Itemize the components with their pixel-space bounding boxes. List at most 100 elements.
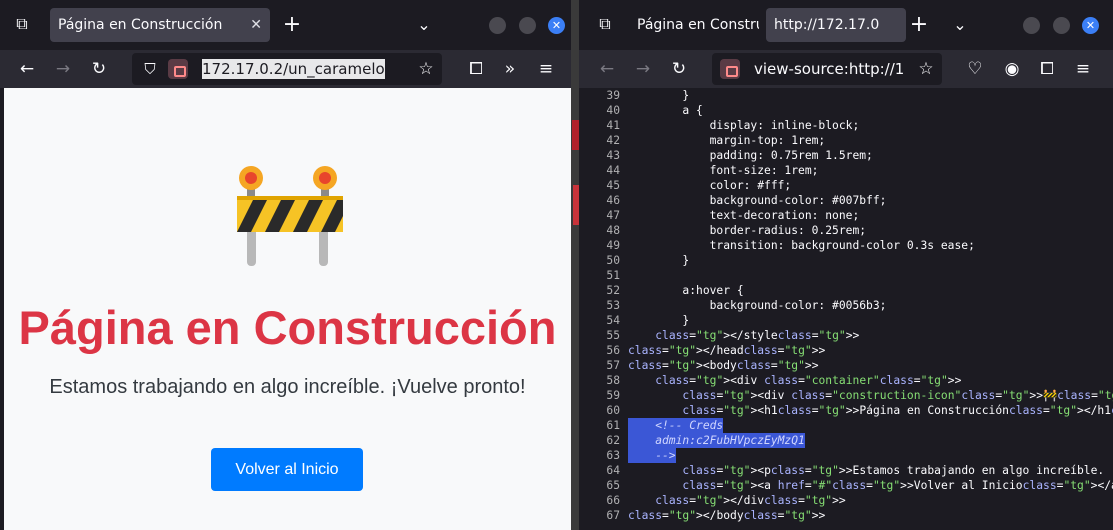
url-text[interactable]: view-source:http://172 bbox=[754, 53, 904, 85]
source-code-text: class="tg"></headclass="tg">> bbox=[628, 344, 826, 357]
line-number: 59 bbox=[606, 389, 620, 402]
line-number: 49 bbox=[606, 239, 620, 252]
line-number: 48 bbox=[606, 224, 620, 237]
line-number: 63 bbox=[606, 449, 620, 462]
source-line: 57 class="tg"><bodyclass="tg">> bbox=[579, 358, 1113, 373]
tab-overview-icon[interactable]: ⧉ bbox=[591, 10, 619, 38]
url-bar[interactable]: ⛉ 172.17.0.2/un_caramelo ☆ bbox=[132, 53, 442, 85]
source-code-text: class="tg"><pclass="tg">>Estamos trabaja… bbox=[682, 464, 1113, 477]
source-line: 54 } bbox=[579, 313, 1113, 328]
pocket-icon[interactable]: ♡ bbox=[961, 55, 989, 83]
extensions-puzzle-icon[interactable]: ⧠ bbox=[462, 55, 490, 83]
back-arrow-icon[interactable]: ← bbox=[593, 55, 621, 83]
forward-arrow-icon[interactable]: → bbox=[49, 55, 77, 83]
line-number: 39 bbox=[606, 89, 620, 102]
tab-overview-icon[interactable]: ⧉ bbox=[8, 10, 36, 38]
line-number: 54 bbox=[606, 314, 620, 327]
source-code-text: } bbox=[628, 89, 690, 102]
source-code-text: margin-top: 1rem; bbox=[628, 134, 826, 147]
desktop-background-fragment bbox=[572, 120, 579, 150]
line-number: 52 bbox=[606, 284, 620, 297]
menu-hamburger-icon[interactable]: ≡ bbox=[1069, 55, 1097, 83]
line-number: 41 bbox=[606, 119, 620, 132]
close-window-icon[interactable]: ✕ bbox=[548, 17, 565, 34]
source-line: 55 class="tg"></styleclass="tg">> bbox=[579, 328, 1113, 343]
line-number: 50 bbox=[606, 254, 620, 267]
tab-list-chevron-icon[interactable]: ⌄ bbox=[410, 11, 438, 39]
volver-inicio-button[interactable]: Volver al Inicio bbox=[211, 448, 363, 491]
line-number: 60 bbox=[606, 404, 620, 417]
source-line: 66 class="tg"></divclass="tg">> bbox=[579, 493, 1113, 508]
maximize-window-icon[interactable] bbox=[1053, 17, 1070, 34]
close-tab-icon[interactable]: ✕ bbox=[250, 8, 262, 42]
minimize-window-icon[interactable] bbox=[1023, 17, 1040, 34]
source-code-text: class="tg"></divclass="tg">> bbox=[655, 494, 846, 507]
line-number: 47 bbox=[606, 209, 620, 222]
extensions-puzzle-icon[interactable]: ⧠ bbox=[1033, 55, 1061, 83]
source-code-text: class="tg"><div class="container"class="… bbox=[655, 374, 962, 387]
line-number: 66 bbox=[606, 494, 620, 507]
source-code-view[interactable]: 39 } 40 a {41 display: inline-block; 42 ma… bbox=[579, 88, 1113, 530]
source-line: 40 a { bbox=[579, 103, 1113, 118]
source-line: 47 text-decoration: none; bbox=[579, 208, 1113, 223]
tab-label: Página en Construcción bbox=[58, 17, 223, 33]
source-code-text: class="tg"><h1class="tg">>Página en Cons… bbox=[682, 404, 1113, 417]
source-line: 61 <!-- Creds bbox=[579, 418, 1113, 433]
line-number: 44 bbox=[606, 164, 620, 177]
source-code-text: class="tg"></styleclass="tg">> bbox=[655, 329, 860, 342]
tab-view-source[interactable]: http://172.17.0 ✕ bbox=[766, 8, 906, 42]
source-code-text: background-color: #007bff; bbox=[628, 194, 887, 207]
tab-pagina-construccion[interactable]: Página en Constru bbox=[629, 8, 759, 42]
source-code-text: a:hover { bbox=[628, 284, 744, 297]
line-number: 46 bbox=[606, 194, 620, 207]
insecure-lock-icon[interactable] bbox=[720, 59, 740, 79]
line-number: 67 bbox=[606, 509, 620, 522]
source-code-text: admin:c2FubHVpczEyMzQ1 bbox=[628, 433, 805, 448]
line-number: 64 bbox=[606, 464, 620, 477]
overflow-chevrons-icon[interactable]: » bbox=[496, 55, 524, 83]
page-content: Página en Construcción Estamos trabajand… bbox=[4, 88, 571, 530]
forward-arrow-icon[interactable]: → bbox=[629, 55, 657, 83]
shield-icon[interactable]: ⛉ bbox=[136, 55, 164, 83]
source-code-text: font-size: 1rem; bbox=[628, 164, 819, 177]
tab-pagina-construccion[interactable]: Página en Construcción ✕ bbox=[50, 8, 270, 42]
back-arrow-icon[interactable]: ← bbox=[13, 55, 41, 83]
tab-label: http://172.17.0 bbox=[774, 17, 880, 33]
source-code-text: border-radius: 0.25rem; bbox=[628, 224, 867, 237]
bookmark-star-icon[interactable]: ☆ bbox=[912, 55, 940, 83]
source-line: 41 display: inline-block; bbox=[579, 118, 1113, 133]
navigation-bar: ← → ↻ view-source:http://172 ☆ ♡ ◉ ⧠ ≡ bbox=[579, 50, 1113, 88]
new-tab-icon[interactable]: + bbox=[905, 11, 933, 39]
source-code-text: background-color: #0056b3; bbox=[628, 299, 887, 312]
line-number: 55 bbox=[606, 329, 620, 342]
source-line: 44 font-size: 1rem; bbox=[579, 163, 1113, 178]
menu-hamburger-icon[interactable]: ≡ bbox=[532, 55, 560, 83]
tab-list-chevron-icon[interactable]: ⌄ bbox=[946, 11, 974, 39]
minimize-window-icon[interactable] bbox=[489, 17, 506, 34]
page-title: Página en Construcción bbox=[18, 301, 557, 354]
bookmark-star-icon[interactable]: ☆ bbox=[412, 55, 440, 83]
source-code-text: <!-- Creds bbox=[628, 418, 724, 433]
source-code-text: --> bbox=[628, 448, 676, 463]
reload-icon[interactable]: ↻ bbox=[665, 55, 693, 83]
line-number: 65 bbox=[606, 479, 620, 492]
source-line: 45 color: #fff; bbox=[579, 178, 1113, 193]
source-line: 42 margin-top: 1rem; bbox=[579, 133, 1113, 148]
line-number: 57 bbox=[606, 359, 620, 372]
source-code-text: transition: background-color 0.3s ease; bbox=[628, 239, 975, 252]
url-text[interactable]: 172.17.0.2/un_caramelo bbox=[202, 59, 385, 79]
source-code-text: text-decoration: none; bbox=[628, 209, 860, 222]
maximize-window-icon[interactable] bbox=[519, 17, 536, 34]
source-line: 60 class="tg"><h1class="tg">>Página en C… bbox=[579, 403, 1113, 418]
source-code-text: display: inline-block; bbox=[628, 119, 860, 132]
source-line: 52 a:hover { bbox=[579, 283, 1113, 298]
reload-icon[interactable]: ↻ bbox=[85, 55, 113, 83]
url-bar[interactable]: view-source:http://172 ☆ bbox=[712, 53, 942, 85]
insecure-lock-icon[interactable] bbox=[168, 59, 188, 79]
new-tab-icon[interactable]: + bbox=[278, 11, 306, 39]
close-window-icon[interactable]: ✕ bbox=[1082, 17, 1099, 34]
line-number: 42 bbox=[606, 134, 620, 147]
source-line: 67 class="tg"></bodyclass="tg">> bbox=[579, 508, 1113, 523]
account-icon[interactable]: ◉ bbox=[998, 55, 1026, 83]
tab-strip: ⧉ Página en Construcción ✕ + ⌄ ✕ bbox=[0, 0, 571, 50]
